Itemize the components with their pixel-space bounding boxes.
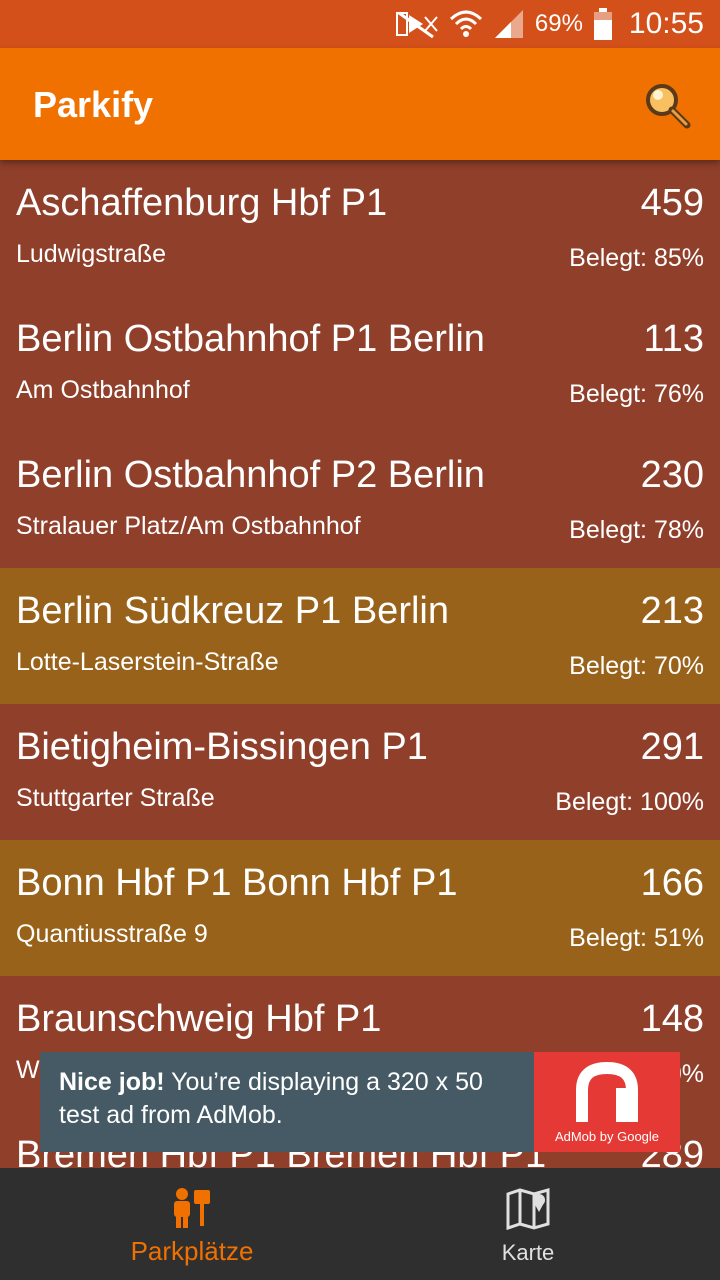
list-item[interactable]: Bietigheim-Bissingen P1 291 Stuttgarter St…: [0, 704, 720, 840]
parking-list: Aschaffenburg Hbf P1 459 Ludwigstraße Beleg…: [0, 160, 720, 1168]
ad-text: Nice job! You’re displaying a 320 x 50 t…: [59, 1066, 529, 1132]
mute-icon: [395, 11, 438, 39]
list-item-count: 113: [643, 318, 704, 360]
list-item-count: 166: [640, 862, 704, 904]
parking-person-icon: [174, 1188, 210, 1228]
list-item-name: Aschaffenburg Hbf P1: [16, 182, 388, 224]
list-item-count: 291: [640, 726, 704, 768]
search-icon[interactable]: [642, 80, 692, 130]
admob-brand-text: AdMob by Google: [554, 1129, 660, 1144]
list-item[interactable]: Aschaffenburg Hbf P1 459 Ludwigstraße Beleg…: [0, 160, 720, 296]
list-item-occupancy: Belegt: 78%: [569, 516, 704, 544]
app-title: Parkify: [33, 84, 154, 125]
list-item-street: Lotte-Laserstein-Straße: [16, 648, 279, 676]
app-bar: Parkify: [0, 48, 720, 160]
list-item-count: 459: [640, 182, 704, 224]
list-item[interactable]: Berlin Ostbahnhof P2 Berlin 230 Stralauer …: [0, 432, 720, 568]
list-item-name: Bonn Hbf P1 Bonn Hbf P1: [16, 862, 458, 904]
list-item-count: 148: [640, 998, 704, 1040]
list-item-name: Berlin Ostbahnhof P1 Berlin: [16, 318, 485, 360]
admob-icon: [576, 1061, 638, 1122]
list-item-occupancy: Belegt: 76%: [569, 380, 704, 408]
list-item[interactable]: Berlin Ostbahnhof P1 Berlin 113 Am Ostbahn…: [0, 296, 720, 432]
list-item-occupancy: Belegt: 51%: [569, 924, 704, 952]
list-item-street: Ludwigstraße: [16, 240, 167, 268]
list-item-street: Stralauer Platz/Am Ostbahnhof: [16, 512, 361, 540]
ad-banner[interactable]: Nice job! You’re displaying a 320 x 50 t…: [40, 1052, 680, 1152]
nav-label-parking: Parkplätze: [130, 1236, 254, 1266]
list-item-count: 230: [640, 454, 704, 496]
list-item[interactable]: Berlin Südkreuz P1 Berlin 213 Lotte-Lasers…: [0, 568, 720, 704]
bottom-navigation: Parkplätze Karte: [0, 1168, 720, 1280]
list-item-name: Bietigheim-Bissingen P1: [16, 726, 428, 768]
list-item[interactable]: Bonn Hbf P1 Bonn Hbf P1 166 Quantiusstraße…: [0, 840, 720, 976]
nav-item-map[interactable]: Karte: [348, 1168, 708, 1280]
battery-percent: 69%: [534, 10, 583, 37]
nav-label-map: Karte: [501, 1240, 555, 1265]
list-item-street: Am Ostbahnhof: [16, 376, 190, 404]
list-item-name: Braunschweig Hbf P1: [16, 998, 382, 1040]
map-icon: [506, 1188, 550, 1230]
admob-logo: AdMob by Google: [534, 1052, 680, 1152]
list-item-name: Berlin Ostbahnhof P2 Berlin: [16, 454, 485, 496]
list-item-count: 213: [640, 590, 704, 632]
battery-icon: [593, 8, 612, 40]
list-item-street: Quantiusstraße 9: [16, 920, 208, 948]
clock: 10:55: [628, 7, 704, 40]
list-item-occupancy: Belegt: 70%: [569, 652, 704, 680]
list-item-occupancy: Belegt: 100%: [555, 788, 704, 816]
list-item-street: W: [16, 1056, 40, 1084]
list-item-name: Berlin Südkreuz P1 Berlin: [16, 590, 449, 632]
ad-bold: Nice job!: [59, 1068, 165, 1096]
list-item-occupancy: Belegt: 85%: [569, 244, 704, 272]
wifi-icon: [449, 10, 482, 37]
signal-icon: [494, 10, 523, 38]
nav-item-parking[interactable]: Parkplätze: [12, 1168, 372, 1280]
status-bar: 69% 10:55: [0, 0, 720, 48]
list-item-street: Stuttgarter Straße: [16, 784, 215, 812]
